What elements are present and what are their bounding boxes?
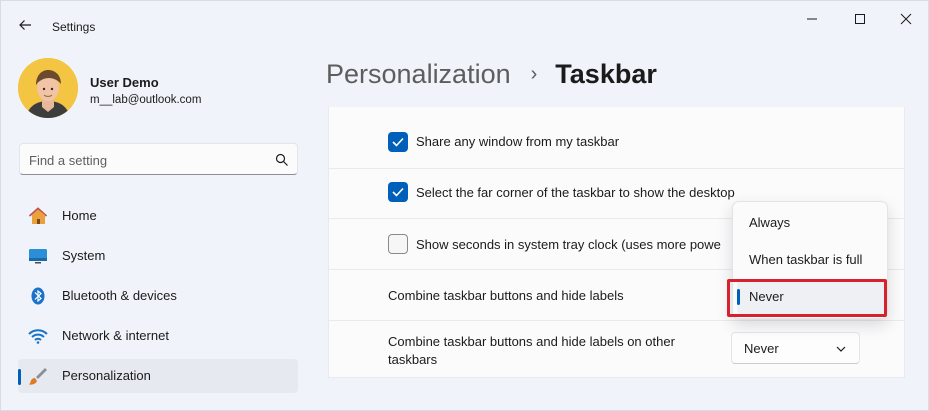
sidebar-item-label: Bluetooth & devices: [62, 288, 177, 303]
dropdown-option-label: Always: [749, 215, 791, 230]
settings-window: Settings User Demo m__lab@outlook.com Fi…: [0, 0, 929, 411]
sidebar-item-label: Network & internet: [62, 328, 169, 343]
minimize-button[interactable]: [797, 9, 827, 29]
page-title: Taskbar: [555, 59, 657, 89]
far-corner-checkbox[interactable]: [388, 182, 408, 202]
bluetooth-icon: [31, 287, 45, 305]
sidebar-item-label: Personalization: [62, 368, 151, 383]
dropdown-option-always[interactable]: Always: [737, 206, 885, 240]
search-box[interactable]: [19, 143, 298, 175]
far-corner-label: Select the far corner of the taskbar to …: [416, 185, 735, 200]
app-title: Settings: [52, 20, 96, 34]
combine-other-label-line1: Combine taskbar buttons and hide labels …: [388, 334, 675, 349]
avatar[interactable]: [18, 58, 78, 118]
back-button[interactable]: [15, 15, 35, 35]
arrow-left-icon: [19, 20, 31, 30]
share-window-checkbox[interactable]: [388, 132, 408, 152]
sidebar-item-label: System: [62, 248, 106, 263]
show-seconds-label: Show seconds in system tray clock (uses …: [416, 237, 721, 252]
breadcrumb-parent[interactable]: Personalization: [326, 59, 511, 89]
search-input[interactable]: [29, 151, 264, 169]
checkmark-icon: [392, 187, 404, 197]
setting-row-share-window: Share any window from my taskbar: [328, 107, 905, 169]
combine-other-value: Never: [744, 341, 779, 356]
wifi-icon: [28, 329, 48, 344]
share-window-label: Share any window from my taskbar: [416, 134, 620, 149]
sidebar-item-bluetooth[interactable]: Bluetooth & devices: [18, 279, 298, 313]
sidebar-item-personalization[interactable]: Personalization: [18, 359, 298, 393]
combine-other-label: Combine taskbar buttons and hide labels …: [388, 333, 675, 369]
sidebar-item-system[interactable]: System: [18, 239, 298, 273]
system-icon: [29, 249, 47, 264]
show-seconds-checkbox[interactable]: [388, 234, 408, 254]
combine-other-select[interactable]: Never: [731, 332, 860, 364]
close-icon: [900, 13, 912, 25]
sidebar-item-label: Home: [62, 208, 97, 223]
maximize-icon: [855, 14, 865, 24]
breadcrumb-separator: ›: [530, 63, 538, 85]
title-bar: Settings: [1, 1, 928, 43]
setting-row-combine-other: Combine taskbar buttons and hide labels …: [328, 321, 905, 378]
sidebar-item-home[interactable]: Home: [18, 199, 298, 233]
sidebar-item-network[interactable]: Network & internet: [18, 319, 298, 353]
user-email: m__lab@outlook.com: [90, 94, 202, 106]
breadcrumb: Personalization › Taskbar: [326, 59, 657, 99]
search-icon[interactable]: [275, 153, 289, 167]
combine-buttons-label: Combine taskbar buttons and hide labels: [388, 288, 624, 303]
close-button[interactable]: [891, 9, 921, 29]
user-name: User Demo: [90, 75, 159, 90]
highlight-annotation: [727, 279, 887, 317]
brush-icon: [29, 368, 47, 385]
maximize-button[interactable]: [845, 9, 875, 29]
home-icon: [28, 207, 48, 224]
dropdown-option-label: When taskbar is full: [749, 252, 863, 267]
combine-other-label-line2: taskbars: [388, 352, 438, 367]
dropdown-option-when-full[interactable]: When taskbar is full: [737, 243, 885, 277]
minimize-icon: [807, 18, 817, 20]
chevron-down-icon: [836, 346, 846, 352]
checkmark-icon: [392, 137, 404, 147]
